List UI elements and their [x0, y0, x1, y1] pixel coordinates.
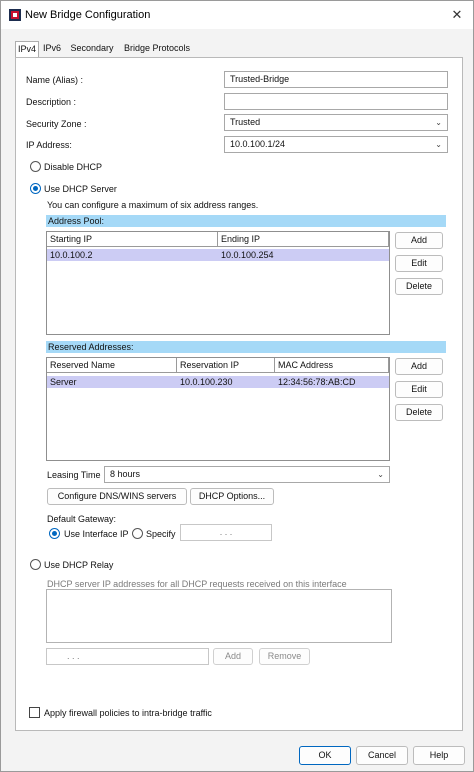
- description-field[interactable]: [224, 93, 448, 110]
- specify-gateway-radio[interactable]: [132, 528, 143, 539]
- relay-add-button[interactable]: Add: [213, 648, 253, 665]
- address-pool-edit-button[interactable]: Edit: [395, 255, 443, 272]
- ip-address-value: 10.0.100.1/24: [230, 139, 286, 149]
- reserved-addresses-header: Reserved Addresses:: [46, 341, 446, 353]
- reserved-edit-button[interactable]: Edit: [395, 381, 443, 398]
- dhcp-options-button[interactable]: DHCP Options...: [190, 488, 274, 505]
- chevron-down-icon: ⌄: [435, 140, 442, 149]
- reservation-ip-cell: 10.0.100.230: [180, 377, 233, 387]
- column-header-mac-address[interactable]: MAC Address: [275, 358, 389, 373]
- name-field[interactable]: Trusted-Bridge: [224, 71, 448, 88]
- title-bar[interactable]: New Bridge Configuration ✕: [1, 1, 473, 29]
- tab-ipv6[interactable]: IPv6: [41, 41, 63, 57]
- address-pool-list[interactable]: Starting IP Ending IP 10.0.100.2 10.0.10…: [46, 231, 390, 335]
- column-header-reserved-name[interactable]: Reserved Name: [47, 358, 177, 373]
- table-row[interactable]: 10.0.100.2 10.0.100.254: [47, 249, 389, 261]
- security-zone-label: Security Zone :: [26, 119, 87, 129]
- reserved-add-button[interactable]: Add: [395, 358, 443, 375]
- reserved-delete-button[interactable]: Delete: [395, 404, 443, 421]
- address-pool-delete-button[interactable]: Delete: [395, 278, 443, 295]
- default-gateway-label: Default Gateway:: [47, 514, 117, 524]
- relay-note: DHCP server IP addresses for all DHCP re…: [47, 579, 347, 589]
- help-button[interactable]: Help: [413, 746, 465, 765]
- column-header-starting-ip[interactable]: Starting IP: [47, 232, 218, 247]
- disable-dhcp-radio[interactable]: [30, 161, 41, 172]
- close-icon[interactable]: ✕: [446, 5, 468, 25]
- use-dhcp-relay-radio[interactable]: [30, 559, 41, 570]
- specify-gateway-label: Specify: [146, 529, 176, 539]
- gateway-ip-field[interactable]: . . .: [180, 524, 272, 541]
- window-title: New Bridge Configuration: [25, 9, 151, 21]
- configure-dns-wins-button[interactable]: Configure DNS/WINS servers: [47, 488, 187, 505]
- leasing-time-value: 8 hours: [110, 469, 141, 479]
- tab-bridge-protocols[interactable]: Bridge Protocols: [119, 41, 195, 57]
- address-pool-header: Address Pool:: [46, 215, 446, 227]
- apply-firewall-policies-label: Apply firewall policies to intra-bridge …: [44, 708, 212, 718]
- chevron-down-icon: ⌄: [377, 470, 384, 479]
- description-label: Description :: [26, 97, 77, 107]
- starting-ip-cell: 10.0.100.2: [50, 250, 93, 260]
- dialog-window: New Bridge Configuration ✕ IPv4 IPv6 Sec…: [0, 0, 474, 772]
- name-label: Name (Alias) :: [26, 75, 84, 85]
- reserved-addresses-list[interactable]: Reserved Name Reservation IP MAC Address…: [46, 357, 390, 461]
- ok-button[interactable]: OK: [299, 746, 351, 765]
- column-header-reservation-ip[interactable]: Reservation IP: [177, 358, 275, 373]
- relay-remove-button[interactable]: Remove: [259, 648, 310, 665]
- chevron-down-icon: ⌄: [435, 118, 442, 127]
- leasing-time-label: Leasing Time: [47, 470, 101, 480]
- apply-firewall-policies-checkbox[interactable]: [29, 707, 40, 718]
- dhcp-range-note: You can configure a maximum of six addre…: [47, 200, 259, 210]
- tab-ipv4[interactable]: IPv4: [15, 41, 39, 58]
- ending-ip-cell: 10.0.100.254: [221, 250, 274, 260]
- use-dhcp-relay-label: Use DHCP Relay: [44, 560, 114, 570]
- address-pool-add-button[interactable]: Add: [395, 232, 443, 249]
- tab-secondary[interactable]: Secondary: [66, 41, 118, 57]
- mac-address-cell: 12:34:56:78:AB:CD: [278, 377, 356, 387]
- use-dhcp-server-radio[interactable]: [30, 183, 41, 194]
- relay-server-list[interactable]: [46, 589, 392, 643]
- security-zone-select[interactable]: Trusted ⌄: [224, 114, 448, 131]
- relay-ip-field[interactable]: . . .: [46, 648, 209, 665]
- cancel-button[interactable]: Cancel: [356, 746, 408, 765]
- app-logo-icon: [9, 9, 21, 21]
- reserved-name-cell: Server: [50, 377, 77, 387]
- disable-dhcp-label: Disable DHCP: [44, 162, 103, 172]
- ip-address-label: IP Address:: [26, 140, 72, 150]
- ip-address-select[interactable]: 10.0.100.1/24 ⌄: [224, 136, 448, 153]
- security-zone-value: Trusted: [230, 117, 261, 127]
- use-interface-ip-radio[interactable]: [49, 528, 60, 539]
- use-dhcp-server-label: Use DHCP Server: [44, 184, 117, 194]
- use-interface-ip-label: Use Interface IP: [64, 529, 129, 539]
- leasing-time-select[interactable]: 8 hours ⌄: [104, 466, 390, 483]
- table-row[interactable]: Server 10.0.100.230 12:34:56:78:AB:CD: [47, 376, 389, 388]
- column-header-ending-ip[interactable]: Ending IP: [218, 232, 389, 247]
